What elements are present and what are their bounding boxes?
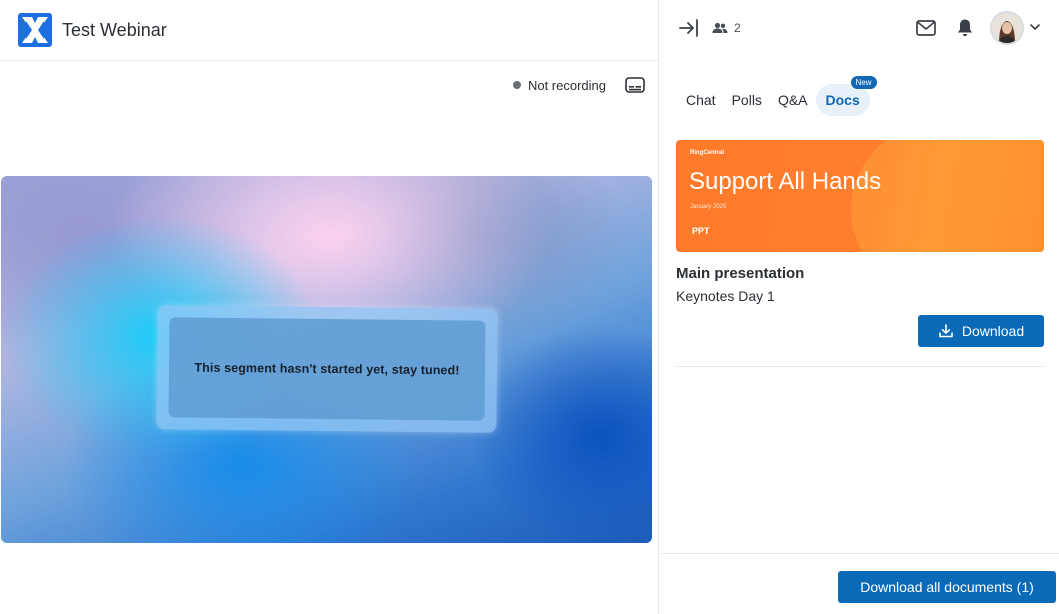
- document-subtitle: Keynotes Day 1: [676, 288, 775, 304]
- panel-tabs: Chat Polls Q&A Docs New: [678, 76, 877, 116]
- tab-chat-label: Chat: [686, 92, 716, 108]
- document-thumbnail[interactable]: RingCentral Support All Hands January 20…: [676, 140, 1044, 252]
- tab-docs-label: Docs: [825, 92, 860, 108]
- segment-message-box: This segment hasn't started yet, stay tu…: [168, 317, 486, 421]
- participants-indicator[interactable]: 2: [712, 19, 741, 37]
- tab-polls-label: Polls: [731, 92, 762, 108]
- segment-message-frame: This segment hasn't started yet, stay tu…: [156, 305, 498, 433]
- side-panel-header: 2: [660, 0, 1059, 56]
- avatar-image: [992, 13, 1022, 43]
- divider: [676, 366, 1044, 367]
- new-badge: New: [850, 76, 877, 89]
- webinar-logo-icon: [18, 13, 52, 47]
- participants-count: 2: [734, 21, 741, 35]
- webinar-app: Test Webinar Not recording This segment …: [0, 0, 1059, 614]
- download-icon: [939, 324, 953, 338]
- download-all-label: Download all documents (1): [860, 579, 1034, 595]
- recording-status-text: Not recording: [527, 77, 606, 93]
- video-stage: This segment hasn't started yet, stay tu…: [1, 176, 652, 543]
- chevron-down-icon[interactable]: [1029, 21, 1041, 33]
- tab-docs[interactable]: Docs New: [815, 76, 877, 116]
- document-title: Main presentation: [676, 265, 805, 282]
- tab-qa[interactable]: Q&A: [770, 84, 816, 116]
- top-bar: Test Webinar: [0, 0, 659, 61]
- tab-chat[interactable]: Chat: [678, 84, 724, 116]
- segment-message: This segment hasn't started yet, stay tu…: [194, 360, 460, 378]
- download-all-button[interactable]: Download all documents (1): [838, 571, 1056, 603]
- recording-status: Not recording: [512, 74, 646, 96]
- main-stage-pane: Test Webinar Not recording This segment …: [0, 0, 659, 614]
- bell-icon[interactable]: [956, 17, 974, 39]
- recording-dot-icon: [512, 81, 521, 89]
- thumbnail-date: January 2025: [690, 204, 727, 210]
- collapse-panel-icon[interactable]: [678, 17, 700, 39]
- people-icon: [712, 22, 728, 33]
- thumbnail-swoosh: [851, 140, 1044, 252]
- tab-qa-label: Q&A: [777, 92, 808, 108]
- download-button[interactable]: Download: [918, 315, 1044, 347]
- webinar-title: Test Webinar: [62, 19, 167, 40]
- envelope-icon[interactable]: [915, 17, 937, 39]
- closed-captions-icon: [625, 77, 645, 93]
- user-avatar[interactable]: [990, 11, 1024, 45]
- thumbnail-brand: RingCentral: [690, 150, 725, 156]
- tab-polls[interactable]: Polls: [724, 84, 770, 116]
- thumbnail-title: Support All Hands: [689, 168, 882, 195]
- side-panel: 2 Chat Polls Q&A Docs New RingCentral Su…: [660, 0, 1059, 614]
- download-button-label: Download: [961, 323, 1025, 339]
- side-panel-footer: Download all documents (1): [660, 553, 1059, 614]
- closed-captions-button[interactable]: [624, 76, 646, 94]
- document-card: RingCentral Support All Hands January 20…: [676, 140, 1044, 347]
- file-type-badge: PPT: [692, 226, 710, 236]
